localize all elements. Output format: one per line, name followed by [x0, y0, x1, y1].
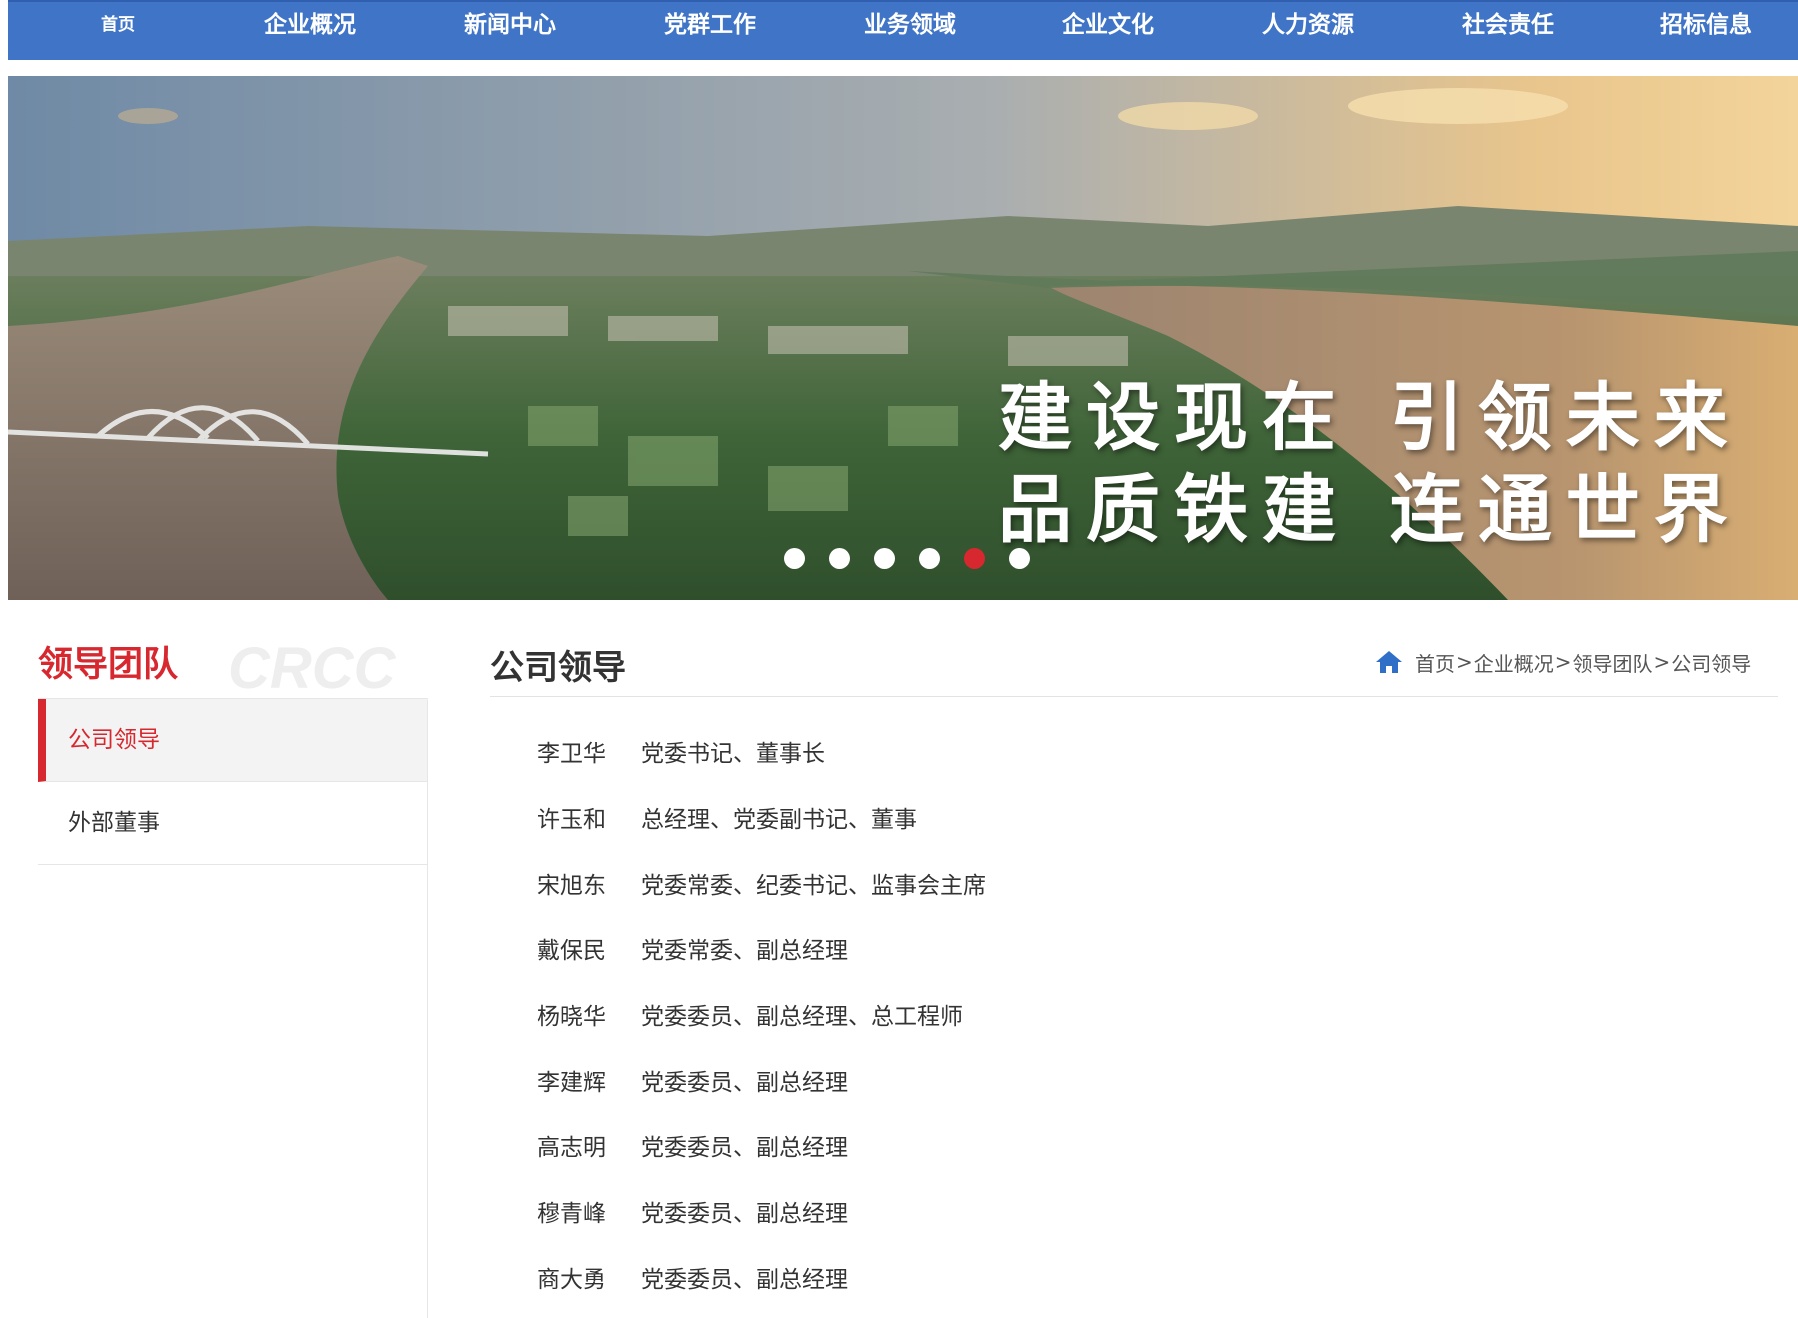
breadcrumb-current-page: 公司领导 — [1671, 651, 1752, 676]
title-divider — [490, 696, 1778, 697]
leader-title: 党委委员、副总经理 — [641, 1267, 848, 1293]
nav-item-bidding-info[interactable]: 招标信息 — [1646, 2, 1766, 48]
leader-row: 宋旭东 党委常委、纪委书记、监事会主席 — [537, 866, 986, 902]
nav-item-business-areas[interactable]: 业务领域 — [850, 2, 970, 48]
leader-title: 党委委员、副总经理 — [641, 1135, 848, 1161]
breadcrumb-home[interactable]: 首页 — [1415, 648, 1455, 677]
nav-item-news-center[interactable]: 新闻中心 — [450, 2, 570, 48]
crcc-logo-text: CRCC — [228, 640, 397, 696]
banner-slogan-line-1: 建设现在 引领未来 — [998, 375, 1742, 461]
page-title: 公司领导 — [490, 648, 626, 688]
nav-item-party-work[interactable]: 党群工作 — [650, 2, 770, 48]
breadcrumb-separator: > — [1653, 650, 1671, 674]
nav-item-corporate-culture[interactable]: 企业文化 — [1048, 2, 1168, 48]
carousel-dot-4[interactable] — [919, 548, 940, 569]
breadcrumb-company-overview[interactable]: 企业概况 — [1474, 648, 1554, 677]
leader-row: 穆青峰 党委委员、副总经理 — [537, 1194, 848, 1230]
leader-title: 党委常委、纪委书记、监事会主席 — [641, 873, 986, 899]
leader-row: 商大勇 党委委员、副总经理 — [537, 1260, 848, 1296]
nav-item-social-responsibility[interactable]: 社会责任 — [1448, 2, 1568, 48]
carousel-dot-1[interactable] — [784, 548, 805, 569]
home-icon[interactable] — [1375, 649, 1403, 675]
leader-row: 许玉和 总经理、党委副书记、董事 — [537, 800, 917, 836]
sidebar-menu: 公司领导 外部董事 — [38, 698, 428, 865]
sidebar-title: 领导团队 — [38, 645, 179, 685]
carousel-dot-2[interactable] — [829, 548, 850, 569]
leader-name: 李建辉 — [537, 1070, 606, 1096]
hero-banner: 建设现在 引领未来 品质铁建 连通世界 — [8, 76, 1798, 600]
nav-item-home[interactable]: 首页 — [80, 2, 156, 48]
breadcrumb-separator: > — [1456, 650, 1473, 674]
leader-title: 党委常委、副总经理 — [641, 938, 848, 964]
banner-slogan-line-2: 品质铁建 连通世界 — [998, 467, 1742, 553]
leader-name: 许玉和 — [537, 807, 606, 833]
leader-row: 杨晓华 党委委员、副总经理、总工程师 — [537, 997, 963, 1033]
leader-name: 高志明 — [537, 1135, 606, 1161]
carousel-dot-3[interactable] — [874, 548, 895, 569]
leader-name: 杨晓华 — [537, 1004, 606, 1030]
leader-name: 穆青峰 — [537, 1201, 606, 1227]
leader-row: 戴保民 党委常委、副总经理 — [537, 931, 848, 967]
leader-name: 李卫华 — [537, 741, 606, 767]
leader-name: 宋旭东 — [537, 873, 606, 899]
leader-row: 高志明 党委委员、副总经理 — [537, 1128, 848, 1164]
sidebar-item-company-leaders[interactable]: 公司领导 — [38, 699, 428, 782]
leader-row: 李建辉 党委委员、副总经理 — [537, 1063, 848, 1099]
nav-item-human-resources[interactable]: 人力资源 — [1248, 2, 1368, 48]
leader-row: 李卫华 党委书记、董事长 — [537, 734, 825, 770]
breadcrumb: 首页 > 企业概况 > 领导团队 > 公司领导 — [1375, 648, 1751, 676]
leader-title: 总经理、党委副书记、董事 — [641, 807, 917, 833]
sidebar-divider — [427, 700, 428, 1318]
sidebar-item-external-directors[interactable]: 外部董事 — [38, 782, 428, 865]
leader-name: 戴保民 — [537, 938, 606, 964]
leader-title: 党委委员、副总经理、总工程师 — [641, 1004, 963, 1030]
carousel-dot-5-active[interactable] — [964, 548, 985, 569]
nav-item-company-overview[interactable]: 企业概况 — [250, 2, 370, 48]
top-nav-bar: 首页 企业概况 新闻中心 党群工作 业务领域 企业文化 人力资源 社会责任 招标… — [8, 0, 1798, 60]
crcc-watermark-logo: CRCC — [228, 640, 397, 696]
breadcrumb-separator: > — [1554, 650, 1572, 674]
breadcrumb-leadership-team[interactable]: 领导团队 — [1573, 648, 1653, 677]
leader-title: 党委委员、副总经理 — [641, 1070, 848, 1096]
leader-title: 党委书记、董事长 — [641, 741, 825, 767]
leader-title: 党委委员、副总经理 — [641, 1201, 848, 1227]
leader-name: 商大勇 — [537, 1267, 606, 1293]
carousel-dot-6[interactable] — [1009, 548, 1030, 569]
